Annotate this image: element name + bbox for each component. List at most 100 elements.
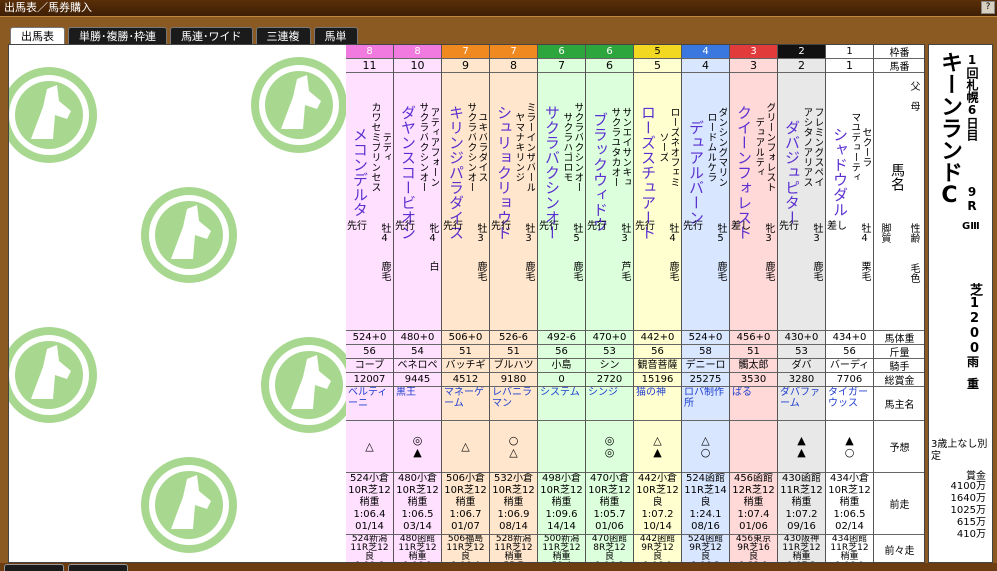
race-result-line: 01/14 <box>355 521 384 532</box>
race-result-line: 稍重 <box>503 497 524 508</box>
row-label-color: 毛色 <box>908 263 919 283</box>
race-result-line: 1:07.4 <box>737 509 770 520</box>
horse-column[interactable]: 7 8 ミラーインザバール ヤマナキリンジ シュリョクリョウド 先行 牡3 鹿毛 526-6 51… <box>490 45 538 562</box>
race-result-line: 480小倉 <box>397 473 438 484</box>
race-condition: 3歳上なし別定 <box>931 439 988 462</box>
jockey-name: シン <box>586 359 633 373</box>
tab-trio[interactable]: 三連複 <box>255 27 311 45</box>
running-style: 差し <box>731 221 751 232</box>
horse-column[interactable]: 7 9 ユキバラダイス サクラバクシンオー キリンジパラダイス 先行 牡3 鹿毛 506+0 51… <box>442 45 490 562</box>
horse-detail: グリーンフォレスト デュアルティ クイーンフォレスト 差し 牝3 鹿毛 <box>730 73 777 331</box>
row-label-sex-age: 性齢 <box>908 223 919 243</box>
race-result-line: 1:05.7 <box>593 509 626 520</box>
total-earnings: 3280 <box>778 373 825 387</box>
forecast-mark: ▲ <box>797 433 806 447</box>
race-grade: GⅢ <box>962 221 980 232</box>
jockey-name: ベネロペ <box>394 359 441 373</box>
window-menu-button[interactable]: ? <box>981 1 995 14</box>
horse-column[interactable]: 4 4 ダンシングマリン ロードムルケラ デュアルバーン 先行 牡5 鹿毛 524+0 58 デニー… <box>682 45 730 562</box>
watermark-logos <box>9 45 346 563</box>
horse-number: 3 <box>730 59 777 73</box>
race-name: キーンランドC <box>937 51 962 208</box>
jockey-name: ブルハツ <box>490 359 537 373</box>
weight-carried: 53 <box>778 345 825 359</box>
dam-name: ヤマナキリンジ <box>513 112 524 182</box>
prize-2nd: 1640万 <box>950 493 986 504</box>
sire-name: ユキバラダイス <box>476 112 487 182</box>
race-result-line: 524小倉 <box>349 473 390 484</box>
body-weight: 526-6 <box>490 331 537 345</box>
forecast-mark: ○ <box>844 445 855 459</box>
body-weight: 442+0 <box>634 331 681 345</box>
forecast-marks: ▲ ▲ <box>778 421 825 473</box>
race-card-panel: 8 11 テディ カワセミプリンセス メコンデルタ 先行 牡4 鹿毛 524+0 56 コーブ 120… <box>8 44 925 563</box>
race-result-line: 430函館 <box>781 473 822 484</box>
tab-win-place[interactable]: 単勝･複勝･枠連 <box>68 27 167 45</box>
frame-number: 2 <box>778 45 825 59</box>
total-earnings: 3530 <box>730 373 777 387</box>
owner-name: 猫の神 <box>634 387 681 421</box>
frame-number: 7 <box>490 45 537 59</box>
sire-name: セクーラ <box>860 127 871 167</box>
race-result-line: 1:07.2 <box>641 509 674 520</box>
jockey-name: ダバ <box>778 359 825 373</box>
coat-color: 鹿毛 <box>811 261 822 281</box>
row-label-name: 馬名 <box>889 163 905 191</box>
horse-column[interactable]: 8 10 アティアフォーン サクラバクシンオー ダヤンスコービオン 先行 牝4 白 480+0 5… <box>394 45 442 562</box>
horse-detail: ダンシングマリン ロードムルケラ デュアルバーン 先行 牡5 鹿毛 <box>682 73 729 331</box>
horse-column[interactable]: 1 1 セクーラ マユデューティ シャドウダル 差し 牡4 栗毛 434+0 56 バーディ 7706… <box>826 45 874 562</box>
row-label-weight: 馬体重 <box>874 331 924 345</box>
owner-name: ダバファーム <box>778 387 825 421</box>
tab-quinella-wide[interactable]: 馬連･ワイド <box>170 27 253 45</box>
forecast-mark: ○ <box>508 433 519 447</box>
bottom-tab-ticket[interactable] <box>4 564 64 571</box>
window-title: 出馬表／馬券購入 <box>4 1 92 14</box>
tab-exacta[interactable]: 馬単 <box>313 27 358 45</box>
running-style: 先行 <box>539 221 559 232</box>
race-number: 9R <box>965 185 979 213</box>
bottom-tab-other[interactable] <box>68 564 128 571</box>
race-result-line: 稍重 <box>407 497 428 508</box>
coat-color: 白 <box>427 261 438 271</box>
forecast-mark: ◎ <box>604 445 615 459</box>
horse-column[interactable]: 8 11 テディ カワセミプリンセス メコンデルタ 先行 牡4 鹿毛 524+0 56 コーブ 120… <box>346 45 394 562</box>
horse-column[interactable]: 6 7 サクラバクシンオー サクラハゴロモ サクラバクシンオー 先行 牡5 鹿毛 492-6 56… <box>538 45 586 562</box>
weight-carried: 53 <box>586 345 633 359</box>
sire-name: フレミングスペイ <box>812 107 823 187</box>
race-result-line: 01/06 <box>739 521 768 532</box>
owner-name: ばる <box>730 387 777 421</box>
forecast-marks: △ <box>442 421 489 473</box>
race-result-line: 1:06.9 <box>497 509 530 520</box>
sex-age: 牡5 <box>571 223 582 244</box>
owner-name: レバニラマン <box>490 387 537 421</box>
last-race: 498小倉 10R芝12 稍重 1:09.6 14/14 <box>538 473 585 535</box>
race-result-line: 稍重 <box>455 497 476 508</box>
jockey-name: 小島 <box>538 359 585 373</box>
weight-carried: 51 <box>490 345 537 359</box>
dam-name: サクラユタカオー <box>609 107 620 187</box>
horse-column[interactable]: 2 2 フレミングスペイ アシタノアリアス ダバジュピター 先行 牡3 鹿毛 430+0 53 ダバ… <box>778 45 826 562</box>
row-label-sire-dam: 父 母 <box>908 81 919 111</box>
race-result-line: 1:06.5 <box>401 509 434 520</box>
sex-age: 牝4 <box>427 223 438 244</box>
tab-card[interactable]: 出馬表 <box>10 27 65 45</box>
body-weight: 492-6 <box>538 331 585 345</box>
last-race: 506小倉 10R芝12 稍重 1:06.7 01/07 <box>442 473 489 535</box>
sex-age: 牡3 <box>523 223 534 244</box>
horse-number: 10 <box>394 59 441 73</box>
owner-name: マネーゲーム <box>442 387 489 421</box>
previous-race: 524新潟11R芝12良1:19.604/11 <box>346 535 393 562</box>
weight-carried: 54 <box>394 345 441 359</box>
race-result-line: 10R芝12 <box>492 485 535 496</box>
horse-number: 9 <box>442 59 489 73</box>
horse-column[interactable]: 6 6 サンエイサンキュ サクラユタカオー ブラックウィドウ 先行 牡3 芦毛 470+0 53 シ… <box>586 45 634 562</box>
horse-column[interactable]: 3 3 グリーンフォレスト デュアルティ クイーンフォレスト 差し 牝3 鹿毛 456+0 51 髑… <box>730 45 778 562</box>
last-race: 480小倉 10R芝12 稍重 1:06.5 03/14 <box>394 473 441 535</box>
race-result-line: 524函館 <box>685 473 726 484</box>
race-result-line: 10R芝12 <box>396 485 439 496</box>
race-result-line: 1:07.2 <box>785 509 818 520</box>
horse-column[interactable]: 5 5 ローズネオフェミ ソーズ ローズスチュアート 先行 牡4 鹿毛 442+0 56 観音菩薩 1… <box>634 45 682 562</box>
row-label-load: 斤量 <box>874 345 924 359</box>
last-race: 456函館 12R芝12 稍重 1:07.4 01/06 <box>730 473 777 535</box>
horse-detail: サンエイサンキュ サクラユタカオー ブラックウィドウ 先行 牡3 芦毛 <box>586 73 633 331</box>
